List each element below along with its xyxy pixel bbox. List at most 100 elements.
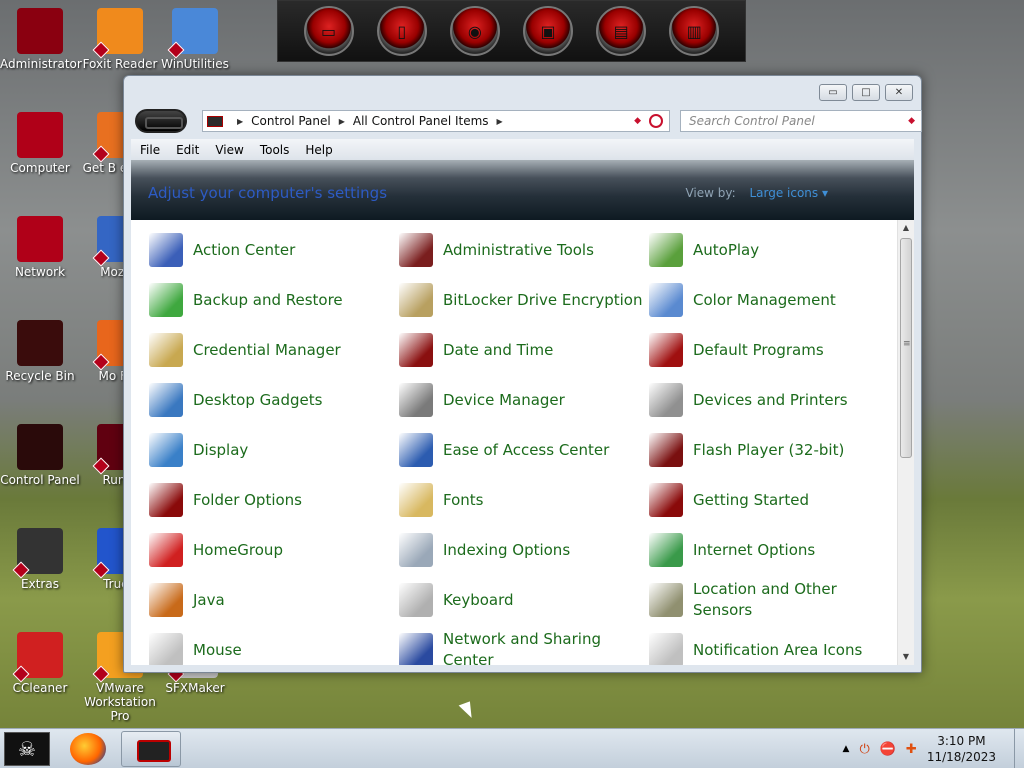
key-icon (399, 283, 433, 317)
desktop-icon-extras[interactable]: Extras (0, 528, 80, 591)
cp-item-desktop-gadgets[interactable]: Desktop Gadgets (149, 380, 399, 420)
breadcrumb-all-items[interactable]: All Control Panel Items (353, 114, 489, 128)
desktop-icon-control-panel[interactable]: Control Panel (0, 424, 80, 487)
dock-monitor-icon[interactable]: ▭ (303, 6, 354, 56)
menu-edit[interactable]: Edit (176, 143, 199, 157)
cp-item-action-center[interactable]: Action Center (149, 230, 399, 270)
cp-item-ease-of-access-center[interactable]: Ease of Access Center (399, 430, 649, 470)
clock[interactable]: 3:10 PM 11/18/2023 (927, 733, 996, 765)
menu-help[interactable]: Help (305, 143, 332, 157)
scroll-up-icon[interactable]: ▲ (898, 220, 914, 236)
cp-item-device-manager[interactable]: Device Manager (399, 380, 649, 420)
desktop-icon-computer[interactable]: Computer (0, 112, 80, 175)
menu-view[interactable]: View (215, 143, 243, 157)
autoplay-icon (649, 233, 683, 267)
cp-item-fonts[interactable]: Fonts (399, 480, 649, 520)
cp-item-keyboard[interactable]: Keyboard (399, 580, 649, 620)
chevron-right-icon[interactable]: ▶ (237, 117, 243, 126)
menu-file[interactable]: File (140, 143, 160, 157)
breadcrumb-control-panel[interactable]: Control Panel (251, 114, 331, 128)
cp-item-mouse[interactable]: Mouse (149, 630, 399, 665)
cp-item-label: Mouse (193, 640, 242, 659)
network-icon (399, 633, 433, 665)
dock-trash-icon[interactable]: ▥ (669, 6, 720, 56)
cp-item-date-and-time[interactable]: Date and Time (399, 330, 649, 370)
desktop-icon-winutilities[interactable]: WinUtilities (155, 8, 235, 71)
chevron-right-icon[interactable]: ▶ (497, 117, 503, 126)
desktop-icon-foxit-reader[interactable]: Foxit Reader (80, 8, 160, 71)
mouse-cursor (458, 701, 476, 721)
tray-network-icon[interactable]: ✚ (906, 742, 917, 757)
cp-item-label: Color Management (693, 290, 836, 309)
dock-box-icon[interactable]: ▣ (523, 6, 574, 56)
clock-date: 11/18/2023 (926, 750, 996, 764)
extras-icon (17, 528, 63, 574)
desktop-icon-label: SFXMaker (165, 681, 225, 695)
search-placeholder: Search Control Panel (689, 114, 815, 128)
view-by-dropdown[interactable]: Large icons ▾ (749, 186, 828, 200)
scroll-thumb[interactable] (900, 238, 912, 458)
cp-item-location-and-other-sensors[interactable]: Location and Other Sensors (649, 580, 899, 620)
search-icon[interactable]: ◆ (908, 116, 915, 126)
printer-icon (649, 383, 683, 417)
cp-item-administrative-tools[interactable]: Administrative Tools (399, 230, 649, 270)
cp-item-homegroup[interactable]: HomeGroup (149, 530, 399, 570)
cp-item-bitlocker-drive-encryption[interactable]: BitLocker Drive Encryption (399, 280, 649, 320)
cp-item-label: Getting Started (693, 490, 809, 509)
cp-item-notification-area-icons[interactable]: Notification Area Icons (649, 630, 899, 665)
desktop-icon-recycle-bin[interactable]: Recycle Bin (0, 320, 80, 383)
vertical-scrollbar[interactable]: ▲ ▼ (897, 220, 914, 665)
cp-item-devices-and-printers[interactable]: Devices and Printers (649, 380, 899, 420)
desktop-icon-ccleaner[interactable]: CCleaner (0, 632, 80, 695)
cp-item-label: Location and Other Sensors (693, 580, 837, 619)
chevron-right-icon[interactable]: ▶ (339, 117, 345, 126)
taskbar-control-panel-icon[interactable] (121, 731, 181, 767)
search-input[interactable]: Search Control Panel ◆ (680, 110, 922, 132)
cp-item-indexing-options[interactable]: Indexing Options (399, 530, 649, 570)
cp-item-label: Backup and Restore (193, 290, 343, 309)
cp-item-label: Date and Time (443, 340, 554, 359)
cp-item-backup-and-restore[interactable]: Backup and Restore (149, 280, 399, 320)
address-bar[interactable]: ▶ Control Panel ▶ All Control Panel Item… (202, 110, 670, 132)
dock-disc-icon[interactable]: ◉ (449, 6, 500, 56)
view-by-control: View by: Large icons ▾ (685, 186, 828, 200)
cp-item-label: BitLocker Drive Encryption (443, 290, 643, 309)
tray-power-icon[interactable]: ⏻ (859, 742, 869, 757)
cp-item-label: Flash Player (32-bit) (693, 440, 845, 459)
cp-item-credential-manager[interactable]: Credential Manager (149, 330, 399, 370)
cp-item-internet-options[interactable]: Internet Options (649, 530, 899, 570)
cp-item-label: Action Center (193, 240, 296, 259)
back-forward-buttons[interactable] (135, 109, 187, 133)
tray-expand-icon[interactable]: ▲ (843, 744, 850, 754)
clear-address-icon[interactable]: ◆ (634, 116, 641, 126)
close-button[interactable]: ✕ (885, 84, 913, 101)
dock-tower-icon[interactable]: ▯ (376, 6, 427, 56)
accessibility-icon (399, 433, 433, 467)
page-title: Adjust your computer's settings (148, 184, 388, 202)
show-desktop-button[interactable] (1014, 729, 1024, 768)
cp-item-label: Indexing Options (443, 540, 571, 559)
cp-item-network-and-sharing-center[interactable]: Network and Sharing Center (399, 630, 649, 665)
cp-item-autoplay[interactable]: AutoPlay (649, 230, 899, 270)
title-bar[interactable]: ▭ □ ✕ (124, 76, 921, 106)
cp-item-folder-options[interactable]: Folder Options (149, 480, 399, 520)
desktop-icon-network[interactable]: Network (0, 216, 80, 279)
minimize-button[interactable]: ▭ (819, 84, 847, 101)
dock-computer-icon[interactable]: ▤ (596, 6, 647, 56)
start-button[interactable]: ☠ (4, 732, 50, 766)
cp-item-color-management[interactable]: Color Management (649, 280, 899, 320)
cp-item-getting-started[interactable]: Getting Started (649, 480, 899, 520)
desktop-icon-administrator[interactable]: Administrator (0, 8, 82, 71)
cp-item-flash-player-32-bit[interactable]: Flash Player (32-bit) (649, 430, 899, 470)
ccleaner-icon (17, 632, 63, 678)
top-dock: ▭ ▯ ◉ ▣ ▤ ▥ (277, 0, 746, 62)
tray-blocked-icon[interactable]: ⛔ (880, 742, 896, 757)
cp-item-default-programs[interactable]: Default Programs (649, 330, 899, 370)
scroll-down-icon[interactable]: ▼ (898, 649, 914, 665)
maximize-button[interactable]: □ (852, 84, 880, 101)
taskbar-firefox-icon[interactable] (70, 733, 106, 765)
cp-item-java[interactable]: Java (149, 580, 399, 620)
cp-item-display[interactable]: Display (149, 430, 399, 470)
menu-tools[interactable]: Tools (260, 143, 290, 157)
refresh-icon[interactable] (649, 114, 663, 128)
